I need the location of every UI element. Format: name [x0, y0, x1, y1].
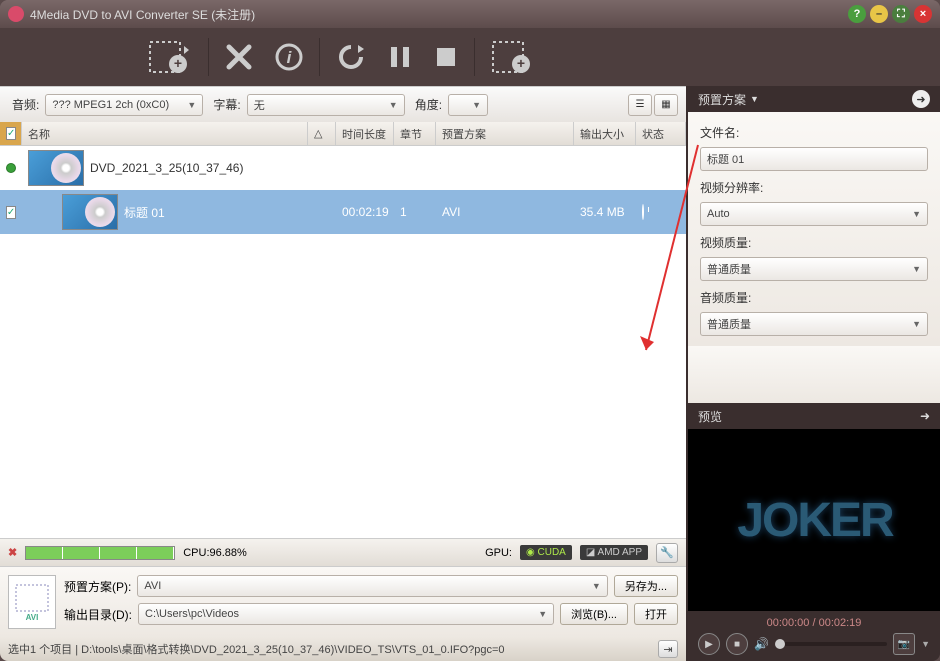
convert-button[interactable]	[330, 36, 372, 78]
filter-bar: 音频: ??? MPEG1 2ch (0xC0)▼ 字幕: 无▼ 角度: ▼ ☰…	[0, 86, 686, 122]
audio-combo[interactable]: ??? MPEG1 2ch (0xC0)▼	[45, 94, 203, 116]
open-button[interactable]: 打开	[634, 603, 678, 625]
dvd-thumb-icon	[28, 150, 84, 186]
seek-slider[interactable]	[775, 642, 887, 646]
col-duration[interactable]: 时间长度	[336, 122, 394, 145]
status-text: 选中1 个项目 | D:\tools\桌面\格式转换\DVD_2021_3_25…	[8, 641, 505, 657]
close-button[interactable]: ×	[914, 5, 932, 23]
audio-quality-label: 音频质量:	[700, 289, 928, 306]
profile-combo[interactable]: AVI▼	[137, 575, 607, 597]
preview-panel-header[interactable]: 预览 ➜	[688, 403, 940, 429]
settings-panel: 文件名: 标题 01 视频分辨率: Auto▼ 视频质量: 普通质量▼ 音频质量…	[688, 112, 940, 346]
browse-button[interactable]: 浏览(B)...	[560, 603, 628, 625]
cuda-badge[interactable]: ◉ CUDA	[520, 545, 572, 560]
angle-label: 角度:	[415, 96, 442, 113]
add-file-button[interactable]: +	[142, 36, 198, 78]
output-area: AVI 预置方案(P): AVI▼ 另存为... 输出目录(D): C:\Use…	[0, 566, 686, 637]
help-button[interactable]: ?	[848, 5, 866, 23]
collapse-settings-icon[interactable]: ➜	[912, 90, 930, 108]
resolution-combo[interactable]: Auto▼	[700, 202, 928, 226]
stop-preview-button[interactable]: ■	[726, 633, 748, 655]
gpu-label: GPU:	[485, 547, 512, 559]
row-indicator-icon	[6, 163, 16, 173]
clock-icon	[642, 204, 644, 220]
col-sort[interactable]: △	[308, 122, 336, 145]
stop-button[interactable]	[428, 36, 464, 78]
row-name: DVD_2021_3_25(10_37_46)	[90, 161, 243, 175]
main-toolbar: + i +	[0, 28, 940, 86]
angle-combo[interactable]: ▼	[448, 94, 488, 116]
minimize-button[interactable]: –	[870, 5, 888, 23]
filename-label: 文件名:	[700, 124, 928, 141]
play-button[interactable]: ▶	[698, 633, 720, 655]
right-pane: 预置方案▼ ➜ 文件名: 标题 01 视频分辨率: Auto▼ 视频质量: 普通…	[686, 86, 940, 661]
svg-text:+: +	[174, 55, 182, 71]
output-format-icon: AVI	[8, 575, 56, 629]
app-window: 4Media DVD to AVI Converter SE (未注册) ? –…	[0, 0, 940, 661]
table-header: ✓ 名称 △ 时间长度 章节 预置方案 输出大小 状态	[0, 122, 686, 146]
file-list: DVD_2021_3_25(10_37_46) ✓ 标题 01 00:02:19…	[0, 146, 686, 538]
filename-input[interactable]: 标题 01	[700, 147, 928, 171]
audio-label: 音频:	[12, 96, 39, 113]
main-pane: 音频: ??? MPEG1 2ch (0xC0)▼ 字幕: 无▼ 角度: ▼ ☰…	[0, 86, 686, 661]
volume-icon[interactable]: 🔊	[754, 637, 769, 651]
row-profile: AVI	[436, 205, 574, 219]
col-profile[interactable]: 预置方案	[436, 122, 574, 145]
snapshot-menu-icon[interactable]: ▼	[921, 639, 930, 649]
row-name: 标题 01	[124, 204, 165, 221]
delete-button[interactable]	[219, 36, 259, 78]
outdir-combo[interactable]: C:\Users\pc\Videos▼	[138, 603, 554, 625]
col-chapter[interactable]: 章节	[394, 122, 436, 145]
title-thumb-icon	[62, 194, 118, 230]
preview-poster: JOKER	[737, 493, 892, 548]
add-clip-button[interactable]: +	[485, 36, 541, 78]
view-grid-button[interactable]: ▦	[654, 94, 678, 116]
progress-bar-area: ✖ CPU:96.88% GPU: ◉ CUDA ◪ AMD APP 🔧	[0, 538, 686, 566]
settings-panel-header[interactable]: 预置方案▼ ➜	[688, 86, 940, 112]
maximize-button[interactable]: ⛶	[892, 5, 910, 23]
col-size[interactable]: 输出大小	[574, 122, 636, 145]
preview-time: 00:00:00 / 00:02:19	[698, 617, 930, 629]
titlebar: 4Media DVD to AVI Converter SE (未注册) ? –…	[0, 0, 940, 28]
app-logo-icon	[8, 6, 24, 22]
subtitle-label: 字幕:	[213, 96, 240, 113]
svg-text:i: i	[287, 48, 293, 67]
snapshot-button[interactable]: 📷	[893, 633, 915, 655]
subtitle-combo[interactable]: 无▼	[247, 94, 405, 116]
preview-controls: 00:00:00 / 00:02:19 ▶ ■ 🔊 📷 ▼	[688, 611, 940, 661]
col-status[interactable]: 状态	[636, 122, 686, 145]
preview-viewport[interactable]: JOKER	[688, 429, 940, 611]
window-title: 4Media DVD to AVI Converter SE (未注册)	[30, 6, 255, 23]
info-button[interactable]: i	[269, 36, 309, 78]
row-chapter: 1	[394, 205, 436, 219]
status-scroll-button[interactable]: ⇥	[658, 640, 678, 658]
table-row[interactable]: ✓ 标题 01 00:02:19 1 AVI 35.4 MB	[0, 190, 686, 234]
video-quality-label: 视频质量:	[700, 234, 928, 251]
settings-wrench-button[interactable]: 🔧	[656, 543, 678, 563]
cpu-label: CPU:96.88%	[183, 547, 247, 559]
pause-button[interactable]	[382, 36, 418, 78]
audio-quality-combo[interactable]: 普通质量▼	[700, 312, 928, 336]
cancel-progress-button[interactable]: ✖	[8, 546, 17, 559]
cpu-meter	[25, 546, 175, 560]
amd-badge[interactable]: ◪ AMD APP	[580, 545, 648, 560]
svg-text:+: +	[517, 55, 525, 71]
profile-field-label: 预置方案(P):	[64, 578, 131, 595]
row-size: 35.4 MB	[574, 205, 636, 219]
table-row[interactable]: DVD_2021_3_25(10_37_46)	[0, 146, 686, 190]
outdir-field-label: 输出目录(D):	[64, 606, 132, 623]
col-check[interactable]: ✓	[0, 122, 22, 145]
view-list-button[interactable]: ☰	[628, 94, 652, 116]
collapse-preview-icon[interactable]: ➜	[920, 409, 930, 423]
col-name[interactable]: 名称	[22, 122, 308, 145]
row-duration: 00:02:19	[336, 205, 394, 219]
resolution-label: 视频分辨率:	[700, 179, 928, 196]
row-checkbox[interactable]: ✓	[6, 206, 16, 219]
status-bar: 选中1 个项目 | D:\tools\桌面\格式转换\DVD_2021_3_25…	[0, 637, 686, 661]
save-as-button[interactable]: 另存为...	[614, 575, 678, 597]
video-quality-combo[interactable]: 普通质量▼	[700, 257, 928, 281]
